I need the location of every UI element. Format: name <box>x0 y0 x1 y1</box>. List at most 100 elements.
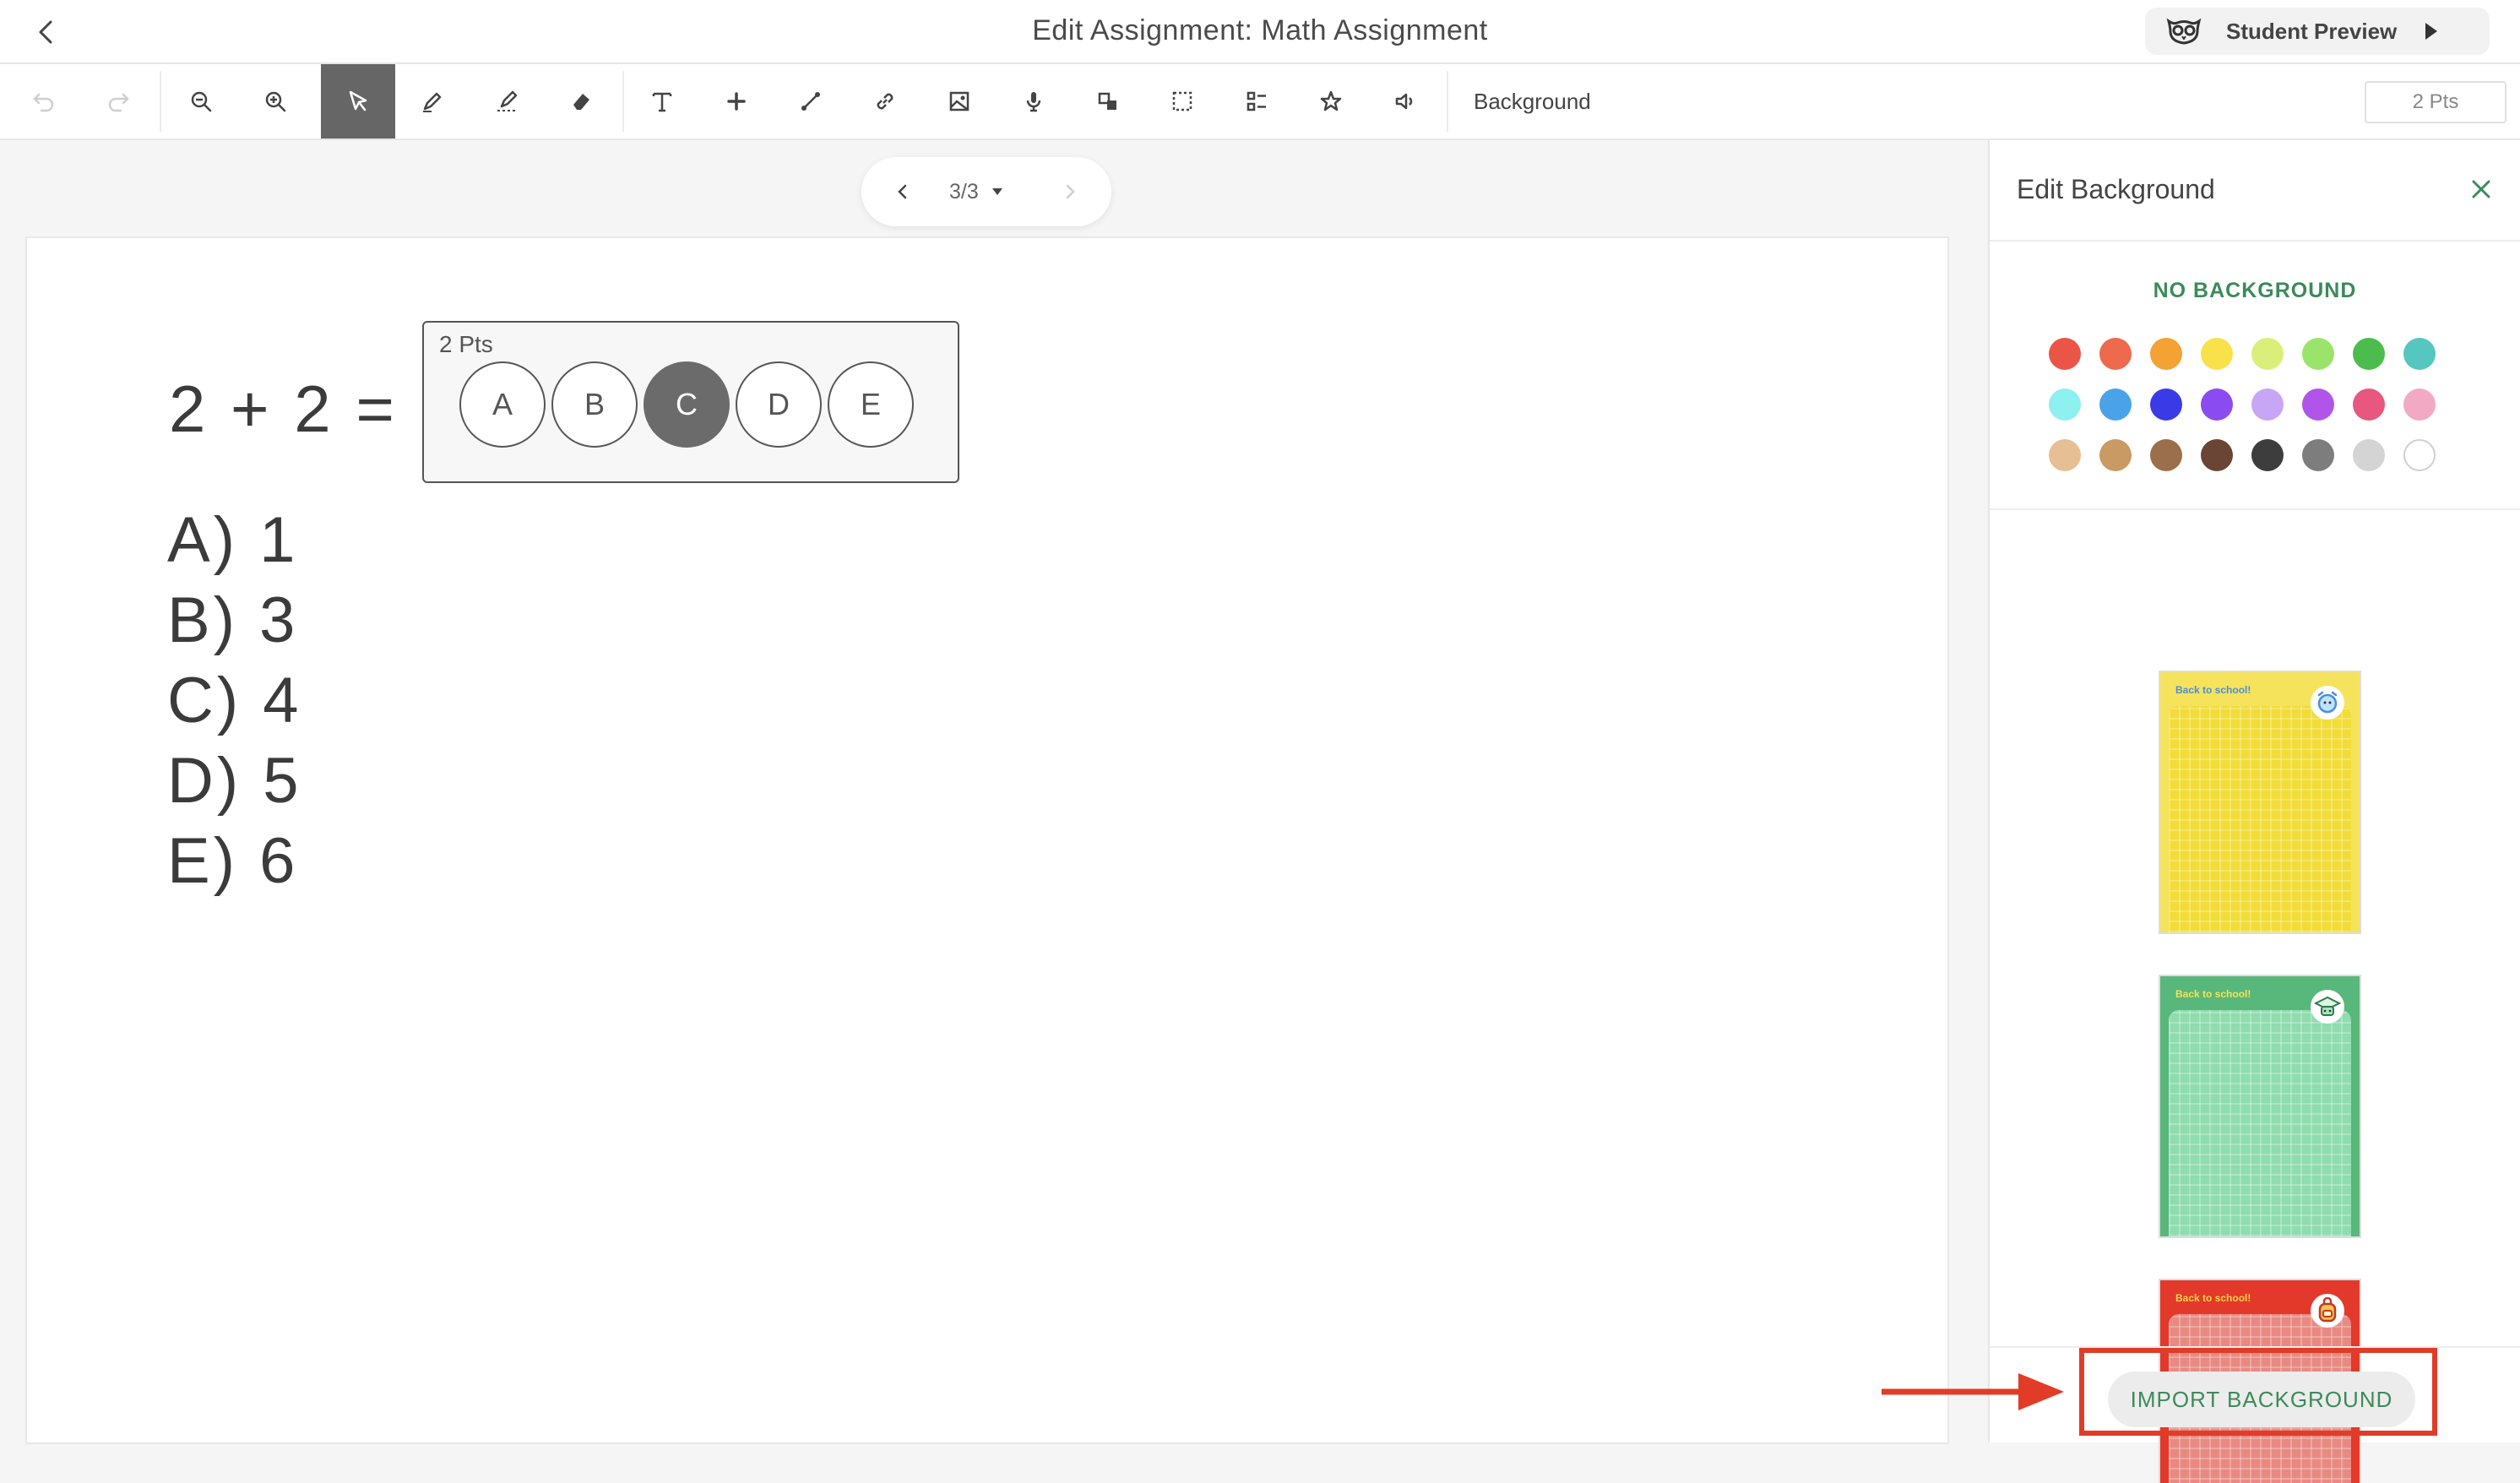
canvas-area: 3/3 2 + 2 = 2 Pts A B C D E A) 1 B) 3 C)… <box>0 140 1988 1442</box>
color-swatch[interactable] <box>2099 338 2132 370</box>
redo-button[interactable] <box>81 64 155 139</box>
edit-background-panel: Edit Background NO BACKGROUND Back to sc… <box>1988 140 2520 1483</box>
undo-button[interactable] <box>7 64 81 139</box>
highlight-annotation-box <box>2079 1348 2437 1436</box>
background-template-green[interactable]: Back to school! <box>2159 975 2361 1238</box>
page-select[interactable]: 3/3 <box>949 175 1004 209</box>
template-sheet <box>2169 1010 2351 1236</box>
zoom-out-icon <box>188 89 214 114</box>
undo-icon <box>31 89 57 114</box>
color-swatch[interactable] <box>2150 338 2182 370</box>
eraser-tool-button[interactable] <box>544 64 618 139</box>
shapes-tool-button[interactable] <box>1071 64 1145 139</box>
red-arrow-annotation <box>1882 1373 2064 1410</box>
answer-bubble-d[interactable]: D <box>736 361 822 448</box>
speaker-icon <box>1393 89 1418 114</box>
points-input[interactable]: 2 Pts <box>2365 81 2506 123</box>
answer-bubble-a[interactable]: A <box>459 361 546 448</box>
panel-title: Edit Background <box>2017 174 2215 204</box>
select-tool-button[interactable] <box>321 64 395 139</box>
option-list: A) 1 B) 3 C) 4 D) 5 E) 6 <box>167 500 302 901</box>
color-swatch[interactable] <box>2049 388 2081 421</box>
color-swatch[interactable] <box>2201 439 2233 471</box>
next-page-button[interactable] <box>1054 175 1088 209</box>
add-tool-button[interactable] <box>699 64 774 139</box>
color-swatch[interactable] <box>2403 439 2436 471</box>
color-swatch[interactable] <box>2201 338 2233 370</box>
color-swatch[interactable] <box>2251 388 2284 421</box>
close-icon <box>2470 178 2492 200</box>
zoom-out-button[interactable] <box>164 64 238 139</box>
option-e: E) 6 <box>167 825 299 897</box>
color-swatch[interactable] <box>2353 338 2385 370</box>
template-caption: Back to school! <box>2175 684 2251 696</box>
option-c: C) 4 <box>167 665 302 736</box>
option-a: A) 1 <box>167 504 299 576</box>
zoom-in-button[interactable] <box>238 64 312 139</box>
color-swatch[interactable] <box>2099 388 2132 421</box>
option-b: B) 3 <box>167 584 299 656</box>
student-preview-button[interactable]: Student Preview <box>2145 8 2490 55</box>
template-caption: Back to school! <box>2175 988 2251 1000</box>
text-tool-button[interactable] <box>625 64 699 139</box>
color-swatch[interactable] <box>2251 439 2284 471</box>
background-template-yellow[interactable]: Back to school! <box>2159 671 2361 934</box>
plus-icon <box>724 89 749 114</box>
voice-tool-button[interactable] <box>997 64 1071 139</box>
color-swatch[interactable] <box>2150 388 2182 421</box>
graduation-cap-icon <box>2311 990 2344 1024</box>
color-swatch[interactable] <box>2099 439 2132 471</box>
divider <box>1990 240 2520 242</box>
color-swatch[interactable] <box>2201 388 2233 421</box>
color-swatch[interactable] <box>2251 338 2284 370</box>
previous-page-button[interactable] <box>885 175 919 209</box>
answer-bubble-icon <box>1244 89 1269 114</box>
color-swatch[interactable] <box>2049 338 2081 370</box>
color-swatch[interactable] <box>2353 439 2385 471</box>
color-swatch[interactable] <box>2302 388 2334 421</box>
text-icon <box>649 89 675 114</box>
color-swatch[interactable] <box>2150 439 2182 471</box>
no-background-button[interactable]: NO BACKGROUND <box>1990 279 2520 303</box>
question-equation: 2 + 2 = <box>169 372 398 446</box>
answer-bubble-c-selected[interactable]: C <box>644 361 730 448</box>
star-icon <box>1318 89 1344 114</box>
color-swatch[interactable] <box>2302 439 2334 471</box>
color-swatch[interactable] <box>2302 338 2334 370</box>
color-swatch[interactable] <box>2049 439 2081 471</box>
worksheet-page[interactable]: 2 + 2 = 2 Pts A B C D E A) 1 B) 3 C) 4 D… <box>27 238 1947 1442</box>
link-icon <box>872 89 898 114</box>
pen-icon <box>420 89 445 114</box>
color-swatch[interactable] <box>2403 338 2436 370</box>
image-tool-button[interactable] <box>922 64 997 139</box>
answer-bubble-e[interactable]: E <box>828 361 914 448</box>
color-swatch[interactable] <box>2403 388 2436 421</box>
chevron-left-icon <box>896 183 908 200</box>
header-bar: Edit Assignment: Math Assignment Student… <box>0 0 2520 64</box>
toolbar: Background 2 Pts <box>0 64 2520 140</box>
microphone-icon <box>1021 89 1046 114</box>
page-indicator: 3/3 <box>949 179 979 204</box>
star-tool-button[interactable] <box>1294 64 1368 139</box>
marquee-tool-button[interactable] <box>1145 64 1219 139</box>
answer-points-label: 2 Pts <box>439 331 493 357</box>
pen-tool-button[interactable] <box>395 64 470 139</box>
redo-icon <box>106 89 131 114</box>
close-panel-button[interactable] <box>2463 171 2500 208</box>
background-tool-button[interactable]: Background <box>1474 64 1591 139</box>
audio-tool-button[interactable] <box>1368 64 1442 139</box>
shapes-icon <box>1095 89 1121 114</box>
answer-bubble-tool-button[interactable] <box>1219 64 1294 139</box>
line-tool-button[interactable] <box>774 64 848 139</box>
owl-mascot-icon <box>2165 18 2202 45</box>
link-tool-button[interactable] <box>848 64 922 139</box>
highlighter-tool-button[interactable] <box>470 64 544 139</box>
answer-choice-box[interactable]: 2 Pts A B C D E <box>422 321 959 483</box>
template-sheet <box>2169 706 2351 932</box>
caret-down-icon <box>979 187 1004 197</box>
toolbar-divider <box>1447 71 1448 132</box>
answer-bubble-b[interactable]: B <box>551 361 638 448</box>
highlighter-icon <box>494 89 519 114</box>
color-swatch[interactable] <box>2353 388 2385 421</box>
background-template-list: Back to school! Back to school! Back to … <box>1990 510 2520 1483</box>
